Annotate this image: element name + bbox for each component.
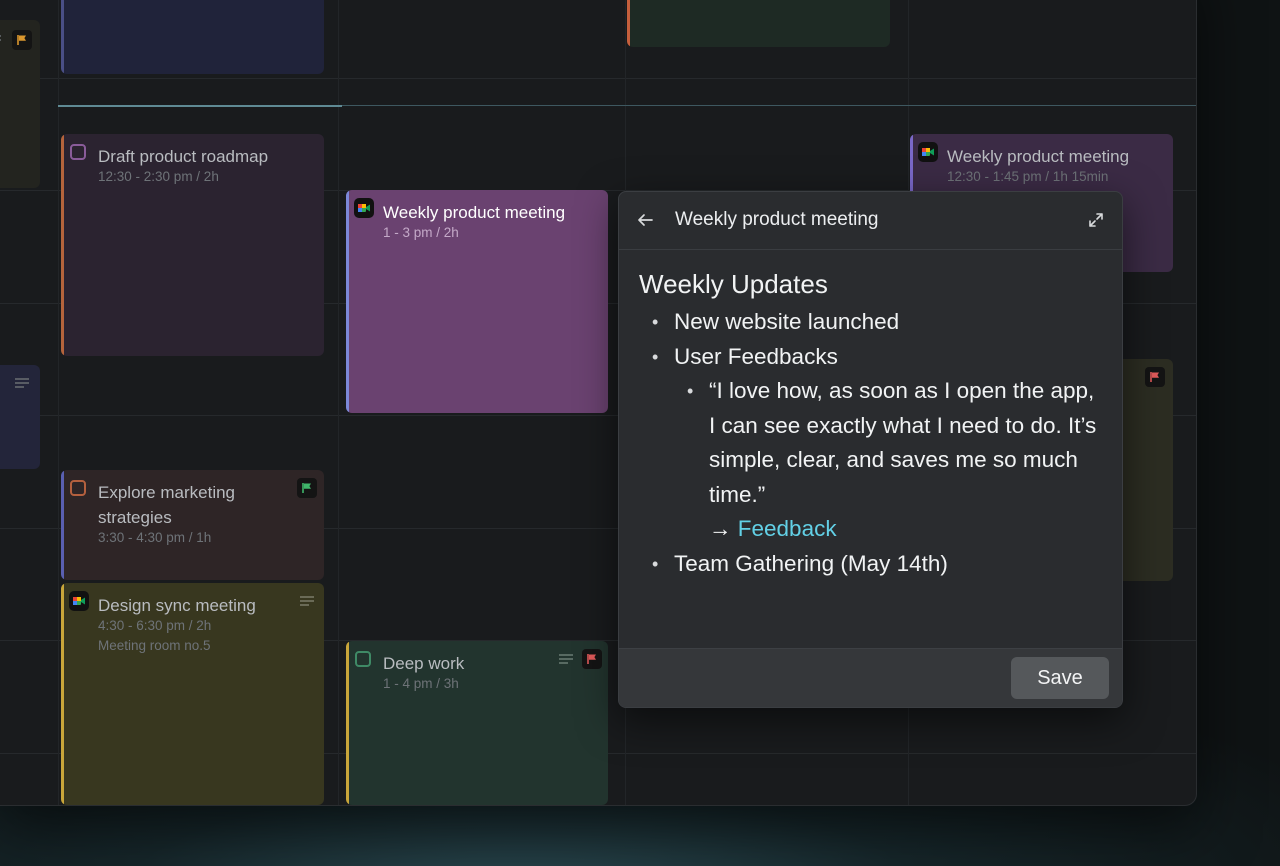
event-deep-work[interactable]: Deep work 1 - 4 pm / 3h xyxy=(346,641,608,805)
event-time: 12:30 - 2:30 pm / 2h xyxy=(98,169,219,184)
checkbox-icon[interactable] xyxy=(70,480,86,496)
current-time-indicator xyxy=(58,105,342,107)
notes-list: New website launched User Feedbacks “I l… xyxy=(639,305,1102,581)
notes-heading: Weekly Updates xyxy=(639,269,828,299)
google-meet-icon xyxy=(918,142,938,162)
description-lines-icon xyxy=(0,34,2,46)
description-lines-icon xyxy=(299,595,315,607)
back-arrow-icon xyxy=(638,214,653,226)
event-time: 4:30 - 6:30 pm / 2h xyxy=(98,618,212,633)
event-title: Weekly product meeting xyxy=(383,203,566,222)
google-meet-icon xyxy=(354,198,374,218)
description-lines-icon xyxy=(558,653,574,665)
google-meet-icon xyxy=(69,591,89,611)
flag-icon[interactable] xyxy=(582,649,602,669)
list-item: New website launched xyxy=(652,305,1102,340)
event-time: 1 - 4 pm / 3h xyxy=(383,676,459,691)
list-item: Team Gathering (May 14th) xyxy=(652,547,1102,582)
grid-column-line xyxy=(58,0,59,805)
event-title-line: Explore marketing xyxy=(98,483,236,502)
popover-title: Weekly product meeting xyxy=(675,209,879,230)
event-time: 3:30 - 4:30 pm / 1h xyxy=(98,530,212,545)
event-time: 1 - 3 pm / 2h xyxy=(383,225,459,240)
event-title: Weekly product meeting xyxy=(947,147,1130,166)
checkbox-icon[interactable] xyxy=(70,144,86,160)
event-location: Meeting room no.5 xyxy=(98,638,211,653)
event-card-top[interactable] xyxy=(61,0,324,74)
popover-header: Weekly product meeting xyxy=(619,192,1122,250)
nested-list: “I love how, as soon as I open the app, … xyxy=(674,374,1102,547)
event-draft-roadmap[interactable]: Draft product roadmap 12:30 - 2:30 pm / … xyxy=(61,134,324,356)
grid-line xyxy=(0,78,1196,79)
flag-icon[interactable] xyxy=(12,30,32,50)
event-card-top[interactable] xyxy=(627,0,890,47)
event-explore-marketing[interactable]: Explore marketing strategies 3:30 - 4:30… xyxy=(61,470,324,580)
list-item: User Feedbacks “I love how, as soon as I… xyxy=(652,340,1102,547)
description-lines-icon xyxy=(14,377,30,389)
event-title: Draft product roadmap xyxy=(98,147,269,166)
save-button[interactable]: Save xyxy=(1011,657,1109,699)
event-card-partial[interactable] xyxy=(0,20,40,188)
back-button[interactable] xyxy=(633,208,657,232)
quote-item: “I love how, as soon as I open the app, … xyxy=(687,374,1102,547)
list-item-text: User Feedbacks xyxy=(674,343,838,369)
event-time: 12:30 - 1:45 pm / 1h 15min xyxy=(947,169,1109,184)
event-title-line: strategies xyxy=(98,508,172,527)
event-notes-popover: Weekly product meeting Weekly Updates Ne… xyxy=(618,191,1123,708)
grid-column-line xyxy=(338,0,339,805)
expand-button[interactable] xyxy=(1084,208,1108,232)
flag-icon[interactable] xyxy=(1145,367,1165,387)
event-design-sync[interactable]: Design sync meeting 4:30 - 6:30 pm / 2h … xyxy=(61,583,324,805)
event-weekly-meeting-selected[interactable]: Weekly product meeting 1 - 3 pm / 2h xyxy=(346,190,608,413)
feedback-link[interactable]: Feedback xyxy=(738,516,837,541)
event-title: Design sync meeting xyxy=(98,596,256,615)
feedback-link-line: → Feedback xyxy=(709,512,1102,547)
flag-icon[interactable] xyxy=(297,478,317,498)
arrow-glyph: → xyxy=(709,516,738,541)
popover-footer: Save xyxy=(619,648,1122,707)
checkbox-icon[interactable] xyxy=(355,651,371,667)
event-title: Deep work xyxy=(383,654,465,673)
expand-icon xyxy=(1089,213,1103,227)
quote-text: “I love how, as soon as I open the app, … xyxy=(709,378,1097,507)
notes-editor[interactable]: Weekly Updates New website launched User… xyxy=(639,267,1102,581)
event-card-partial[interactable] xyxy=(0,365,40,469)
